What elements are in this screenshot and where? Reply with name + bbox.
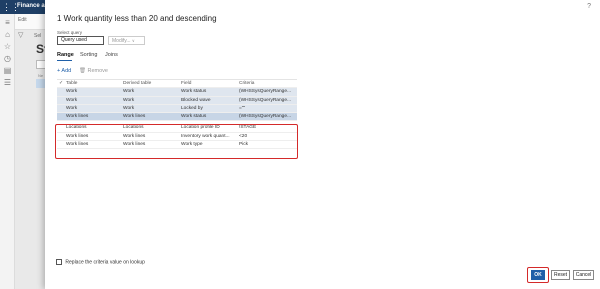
table-row[interactable]: Work Work Locked by ="" (57, 104, 297, 114)
active-tab-indicator (57, 60, 72, 61)
cell-criteria[interactable]: <20 (239, 133, 296, 141)
cell-criteria[interactable]: !STAGE (239, 124, 296, 132)
tab-joins[interactable]: Joins (105, 52, 118, 58)
remove-button[interactable]: 🗑 Remove (79, 68, 108, 74)
cell-table[interactable]: Work lines (66, 133, 122, 141)
cell-table[interactable]: Work lines (66, 113, 122, 121)
ok-button[interactable]: OK (531, 270, 545, 280)
cell-criteria[interactable]: Pick (239, 141, 296, 149)
cell-field[interactable]: Blocked wave (181, 97, 237, 105)
cell-derived-table[interactable]: Locations (123, 124, 179, 132)
nav-rail: ≡ ⌂ ☆ ◷ ▤ ☰ (0, 14, 15, 289)
cell-table[interactable]: Work (66, 88, 122, 96)
background-column-label: Ne (38, 73, 44, 78)
menu-icon[interactable]: ≡ (3, 18, 12, 27)
cell-table[interactable]: Locations (66, 124, 122, 132)
table-row[interactable]: Work lines Work lines Work type Pick (57, 141, 297, 150)
header-derived-table[interactable]: Derived table (123, 80, 179, 88)
reset-button[interactable]: Reset (551, 270, 570, 280)
cell-table[interactable]: Work (66, 105, 122, 113)
header-criteria[interactable]: Criteria (239, 80, 296, 88)
table-row[interactable]: Work Work Blocked wave (WHSSysQueryRange… (57, 96, 297, 105)
checkbox-icon[interactable] (56, 259, 62, 265)
cell-criteria[interactable]: (WHSSysQueryRange... (239, 97, 296, 105)
tab-sorting[interactable]: Sorting (80, 52, 97, 58)
help-icon[interactable]: ? (587, 3, 591, 10)
workspace-icon[interactable]: ▤ (3, 66, 12, 75)
cell-derived-table[interactable]: Work lines (123, 113, 179, 121)
table-row[interactable]: Locations Locations Location profile ID … (57, 124, 297, 133)
cell-derived-table[interactable]: Work lines (123, 133, 179, 141)
cell-criteria[interactable]: (WHSSysQueryRange... (239, 113, 296, 121)
chevron-down-icon: ∨ (131, 38, 135, 43)
background-label: Sel (34, 33, 42, 39)
cell-field[interactable]: Work status (181, 88, 237, 96)
grid-header: ✓ Table Derived table Field Criteria (57, 80, 297, 89)
list-icon[interactable]: ☰ (3, 78, 12, 87)
cell-derived-table[interactable]: Work (123, 97, 179, 105)
header-field[interactable]: Field (181, 80, 237, 88)
select-all-checkbox[interactable]: ✓ (59, 80, 65, 88)
app-title: Finance an (17, 3, 49, 9)
cell-field[interactable]: Work type (181, 141, 237, 149)
cell-criteria[interactable]: (WHSSysQueryRange... (239, 88, 296, 96)
cell-field[interactable]: Locked by (181, 105, 237, 113)
home-icon[interactable]: ⌂ (3, 30, 12, 39)
header-table[interactable]: Table (66, 80, 122, 88)
cell-derived-table[interactable]: Work (123, 105, 179, 113)
table-row[interactable]: Work lines Work lines Inventory work qua… (57, 132, 297, 142)
table-row[interactable]: Work lines Work lines Work status (WHSSy… (57, 113, 297, 122)
range-grid: ✓ Table Derived table Field Criteria Wor… (57, 79, 297, 150)
cell-derived-table[interactable]: Work (123, 88, 179, 96)
modify-button[interactable]: Modify... ∨ (108, 36, 145, 45)
cell-table[interactable]: Work lines (66, 141, 122, 149)
dialog-title: 1 Work quantity less than 20 and descend… (57, 14, 217, 23)
clock-icon[interactable]: ◷ (3, 54, 12, 63)
replace-criteria-checkbox[interactable]: Replace the criteria value on lookup (56, 259, 145, 265)
background-edit-button[interactable]: Edit (18, 17, 27, 23)
cell-derived-table[interactable]: Work lines (123, 141, 179, 149)
filter-icon[interactable]: ▽ (18, 31, 23, 39)
cell-field[interactable]: Work status (181, 113, 237, 121)
select-query-label: Select query (57, 30, 83, 35)
replace-criteria-label: Replace the criteria value on lookup (65, 259, 145, 266)
cell-criteria[interactable]: ="" (239, 105, 296, 113)
add-button[interactable]: + Add (57, 68, 71, 74)
cancel-button[interactable]: Cancel (573, 270, 594, 280)
cell-field[interactable]: Inventory work quant... (181, 133, 237, 141)
cell-table[interactable]: Work (66, 97, 122, 105)
query-dialog: ? 1 Work quantity less than 20 and desce… (45, 0, 600, 289)
table-row[interactable]: Work Work Work status (WHSSysQueryRange.… (57, 88, 297, 97)
app-launcher-icon[interactable]: ⋮⋮ (2, 2, 20, 12)
star-icon[interactable]: ☆ (3, 42, 12, 51)
modify-label: Modify... (112, 38, 131, 44)
select-query-field[interactable]: Query used (57, 36, 104, 45)
tab-range[interactable]: Range (57, 52, 74, 58)
cell-field[interactable]: Location profile ID (181, 124, 237, 132)
